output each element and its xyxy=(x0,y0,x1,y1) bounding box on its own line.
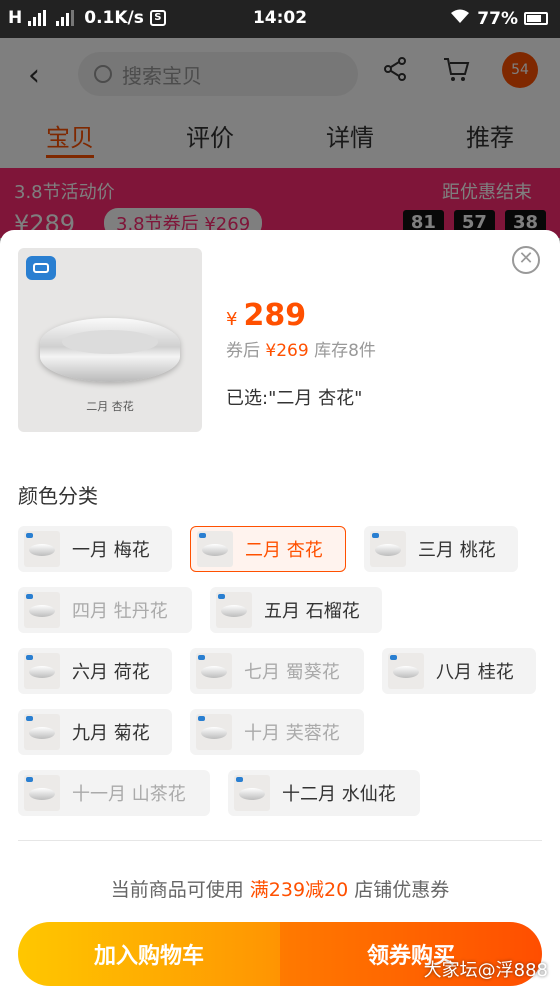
sku-option-nov[interactable]: 十一月 山茶花 xyxy=(18,770,210,816)
sku-option-jul[interactable]: 七月 蜀葵花 xyxy=(190,648,364,694)
coupon-notice: 当前商品可使用 满239减20 店铺优惠券 xyxy=(0,875,560,902)
divider xyxy=(18,840,542,841)
after-coupon-price: ¥269 xyxy=(265,341,309,361)
option-thumbnail xyxy=(234,775,270,811)
notice-suffix: 店铺优惠券 xyxy=(354,879,450,901)
option-thumbnail xyxy=(388,653,424,689)
after-coupon-line: 券后 ¥269 库存8件 xyxy=(226,336,376,361)
sku-option-aug[interactable]: 八月 桂花 xyxy=(382,648,536,694)
sku-option-mar[interactable]: 三月 桃花 xyxy=(364,526,518,572)
product-thumbnail[interactable]: 二月 杏花 xyxy=(18,248,202,432)
add-to-cart-button[interactable]: 加入购物车 xyxy=(18,922,280,986)
battery-icon xyxy=(524,12,548,25)
option-label: 九月 菊花 xyxy=(72,723,150,744)
selected-sku-text: 已选:"二月 杏花" xyxy=(226,388,363,409)
option-thumbnail xyxy=(370,531,406,567)
sku-option-jan[interactable]: 一月 梅花 xyxy=(18,526,172,572)
wifi-icon xyxy=(449,8,471,29)
option-label: 二月 杏花 xyxy=(245,540,323,561)
status-right: 77% xyxy=(449,8,548,29)
option-label: 八月 桂花 xyxy=(436,662,514,683)
option-label: 四月 牡丹花 xyxy=(72,601,168,622)
option-label: 十月 芙蓉花 xyxy=(244,723,340,744)
sku-sheet: 二月 杏花 ✕ ¥ 289 券后 ¥269 库存8件 已选:"二月 杏花" 颜色… xyxy=(0,230,560,996)
sku-option-may[interactable]: 五月 石榴花 xyxy=(210,587,382,633)
sku-option-feb[interactable]: 二月 杏花 xyxy=(190,526,346,572)
option-label: 五月 石榴花 xyxy=(264,601,360,622)
option-thumbnail xyxy=(197,531,233,567)
currency-symbol: ¥ xyxy=(226,309,238,330)
section-title-color: 颜色分类 xyxy=(18,484,98,508)
sku-option-sep[interactable]: 九月 菊花 xyxy=(18,709,172,755)
sku-option-jun[interactable]: 六月 荷花 xyxy=(18,648,172,694)
bangle-image xyxy=(40,318,180,382)
price-value: 289 xyxy=(243,298,307,333)
watermark: 大家坛@浮888 xyxy=(423,960,548,981)
option-thumbnail xyxy=(24,653,60,689)
battery-level: 77% xyxy=(477,8,518,29)
option-label: 三月 桃花 xyxy=(418,540,496,561)
option-label: 六月 荷花 xyxy=(72,662,150,683)
option-thumbnail xyxy=(216,592,252,628)
option-thumbnail xyxy=(24,714,60,750)
option-thumbnail xyxy=(24,775,60,811)
notice-highlight[interactable]: 满239减20 xyxy=(250,879,348,901)
option-thumbnail xyxy=(24,531,60,567)
option-thumbnail xyxy=(196,653,232,689)
status-bar: H 0.1K/s S 14:02 77% xyxy=(0,0,560,38)
sku-option-apr[interactable]: 四月 牡丹花 xyxy=(18,587,192,633)
stock-text: 库存8件 xyxy=(314,341,376,361)
thumbnail-caption: 二月 杏花 xyxy=(86,400,134,413)
sku-option-oct[interactable]: 十月 芙蓉花 xyxy=(190,709,364,755)
option-thumbnail xyxy=(196,714,232,750)
sku-option-dec[interactable]: 十二月 水仙花 xyxy=(228,770,420,816)
after-coupon-label: 券后 xyxy=(226,341,260,361)
option-thumbnail xyxy=(24,592,60,628)
notice-prefix: 当前商品可使用 xyxy=(110,879,244,901)
brand-logo-icon xyxy=(26,256,56,280)
option-label: 七月 蜀葵花 xyxy=(244,662,340,683)
option-label: 十二月 水仙花 xyxy=(282,784,396,805)
sku-price: ¥ 289 xyxy=(226,298,306,333)
option-label: 一月 梅花 xyxy=(72,540,150,561)
close-icon[interactable]: ✕ xyxy=(512,246,540,274)
option-label: 十一月 山茶花 xyxy=(72,784,186,805)
